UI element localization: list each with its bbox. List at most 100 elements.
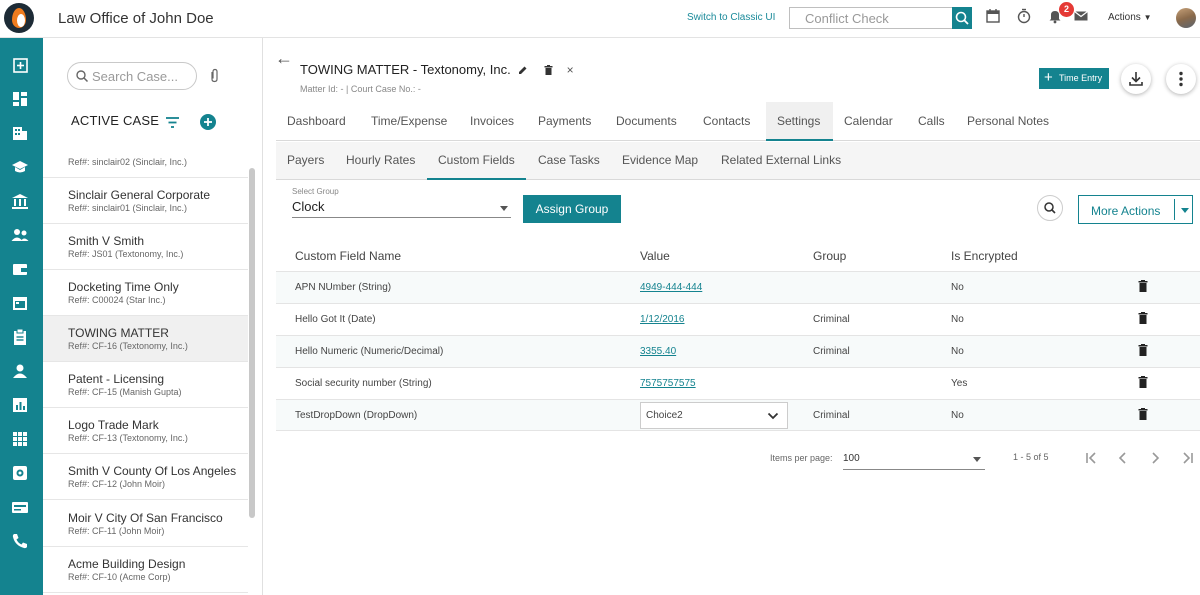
edit-icon[interactable] bbox=[518, 65, 528, 75]
previous-page-icon[interactable] bbox=[1115, 450, 1131, 466]
reports-icon[interactable] bbox=[11, 396, 29, 414]
id-card-icon[interactable] bbox=[11, 498, 29, 516]
subtab-hourly-rates[interactable]: Hourly Rates bbox=[346, 153, 415, 167]
case-item[interactable]: Smith V County Of Los Angeles Ref#: CF-12… bbox=[43, 454, 248, 500]
case-item[interactable]: Ref#: sinclair02 (Sinclair, Inc.) bbox=[43, 150, 248, 178]
assign-group-button[interactable]: Assign Group bbox=[523, 195, 621, 223]
plus-icon bbox=[204, 118, 212, 126]
case-item[interactable]: Patent - Licensing Ref#: CF-15 (Manish Gu… bbox=[43, 362, 248, 408]
caret-down-icon bbox=[500, 206, 508, 211]
table-row: TestDropDown (DropDown) Choice2 Criminal… bbox=[276, 399, 1200, 431]
subtab-case-tasks[interactable]: Case Tasks bbox=[538, 153, 600, 167]
tab-calendar[interactable]: Calendar bbox=[844, 114, 893, 128]
subtab-evidence-map[interactable]: Evidence Map bbox=[622, 153, 698, 167]
tab-invoices[interactable]: Invoices bbox=[470, 114, 514, 128]
case-name: TOWING MATTER bbox=[68, 326, 169, 340]
group-select-value: Clock bbox=[292, 199, 325, 214]
subtab-payers[interactable]: Payers bbox=[287, 153, 324, 167]
mail-icon[interactable] bbox=[1073, 8, 1089, 24]
tab-contacts[interactable]: Contacts bbox=[703, 114, 750, 128]
case-item[interactable]: Smith V Smith Ref#: JS01 (Textonomy, Inc.… bbox=[43, 224, 248, 270]
case-item[interactable]: Acme Building Design Ref#: CF-10 (Acme Co… bbox=[43, 547, 248, 593]
app-logo[interactable] bbox=[4, 3, 34, 33]
field-name: APN NUmber (String) bbox=[295, 282, 392, 293]
actions-menu[interactable]: Actions ▼ bbox=[1108, 12, 1152, 23]
dashboard-icon[interactable] bbox=[11, 90, 29, 108]
conflict-check-input[interactable]: Conflict Check bbox=[789, 7, 953, 29]
main-tabs: Dashboard Time/Expense Invoices Payments… bbox=[276, 102, 1200, 141]
field-encrypted: No bbox=[951, 410, 964, 421]
paperclip-icon[interactable] bbox=[208, 68, 220, 84]
trash-icon[interactable] bbox=[1138, 376, 1148, 388]
case-list-scrollbar[interactable] bbox=[249, 168, 255, 518]
trash-icon[interactable] bbox=[1138, 408, 1148, 420]
case-item[interactable]: Sinclair General Corporate Ref#: sinclair… bbox=[43, 178, 248, 224]
add-case-icon[interactable] bbox=[11, 56, 29, 74]
tab-dashboard[interactable]: Dashboard bbox=[287, 114, 346, 128]
tab-personal-notes[interactable]: Personal Notes bbox=[967, 114, 1049, 128]
field-group: Criminal bbox=[813, 314, 850, 325]
person-icon[interactable] bbox=[11, 362, 29, 380]
tab-payments[interactable]: Payments bbox=[538, 114, 591, 128]
trash-icon[interactable] bbox=[544, 65, 553, 75]
calendar-icon[interactable] bbox=[985, 8, 1001, 24]
subtab-related-external-links[interactable]: Related External Links bbox=[721, 153, 841, 167]
tab-calls[interactable]: Calls bbox=[918, 114, 945, 128]
dropdown-field-select[interactable]: Choice2 bbox=[640, 402, 788, 429]
items-per-page-select[interactable]: 100 bbox=[843, 448, 985, 470]
case-ref: Ref#: CF-11 (John Moir) bbox=[68, 526, 165, 536]
more-options-button[interactable] bbox=[1166, 64, 1196, 94]
graduation-cap-icon[interactable] bbox=[11, 158, 29, 176]
clipboard-icon[interactable] bbox=[11, 328, 29, 346]
table-search-button[interactable] bbox=[1037, 195, 1063, 221]
back-arrow-icon[interactable]: ← bbox=[275, 48, 293, 69]
more-actions-dropdown[interactable]: More Actions bbox=[1078, 195, 1193, 224]
next-page-icon[interactable] bbox=[1147, 450, 1163, 466]
case-ref: Ref#: CF-13 (Textonomy, Inc.) bbox=[68, 433, 188, 443]
group-select[interactable]: Clock bbox=[292, 196, 511, 218]
bank-icon[interactable] bbox=[11, 192, 29, 210]
case-name: Sinclair General Corporate bbox=[68, 188, 211, 202]
user-avatar[interactable] bbox=[1176, 8, 1196, 28]
table-row: Social security number (String) 75757575… bbox=[276, 367, 1200, 399]
field-encrypted: No bbox=[951, 314, 964, 325]
add-case-button[interactable] bbox=[200, 114, 216, 130]
plus-icon: + bbox=[1044, 69, 1053, 86]
table-row: APN NUmber (String) 4949-444-444 No bbox=[276, 271, 1200, 303]
search-icon bbox=[76, 70, 89, 83]
trash-icon[interactable] bbox=[1138, 312, 1148, 324]
tab-settings[interactable]: Settings bbox=[777, 114, 820, 128]
case-item[interactable]: Logo Trade Mark Ref#: CF-13 (Textonomy, I… bbox=[43, 408, 248, 454]
close-icon[interactable]: × bbox=[567, 63, 574, 77]
last-page-icon[interactable] bbox=[1179, 450, 1195, 466]
trash-icon[interactable] bbox=[1138, 344, 1148, 356]
wallet-icon[interactable] bbox=[11, 260, 29, 278]
conflict-search-button[interactable] bbox=[952, 7, 972, 29]
trash-icon[interactable] bbox=[1138, 280, 1148, 292]
calendar-nav-icon[interactable] bbox=[11, 294, 29, 312]
time-entry-button[interactable]: + Time Entry bbox=[1039, 68, 1109, 89]
phone-icon[interactable] bbox=[11, 532, 29, 550]
contacts-icon[interactable] bbox=[11, 226, 29, 244]
stopwatch-icon[interactable] bbox=[1016, 8, 1032, 24]
case-item[interactable]: Moir V City Of San Francisco Ref#: CF-11 … bbox=[43, 501, 248, 547]
download-button[interactable] bbox=[1121, 64, 1151, 94]
case-item[interactable]: Docketing Time Only Ref#: C00024 (Star In… bbox=[43, 270, 248, 316]
building-icon[interactable] bbox=[11, 124, 29, 142]
subtab-custom-fields[interactable]: Custom Fields bbox=[438, 153, 515, 167]
field-value-link[interactable]: 4949-444-444 bbox=[640, 282, 702, 293]
apps-grid-icon[interactable] bbox=[11, 430, 29, 448]
main-content: ← TOWING MATTER - Textonomy, Inc. × Matt… bbox=[263, 38, 1200, 595]
filter-icon[interactable] bbox=[165, 116, 180, 129]
case-ref: Ref#: sinclair02 (Sinclair, Inc.) bbox=[68, 157, 188, 167]
tab-documents[interactable]: Documents bbox=[616, 114, 677, 128]
field-value-link[interactable]: 7575757575 bbox=[640, 378, 696, 389]
case-search-input[interactable]: Search Case... bbox=[67, 62, 197, 90]
case-item-selected[interactable]: TOWING MATTER Ref#: CF-16 (Textonomy, Inc… bbox=[43, 316, 248, 362]
field-value-link[interactable]: 3355.40 bbox=[640, 346, 676, 357]
first-page-icon[interactable] bbox=[1084, 450, 1100, 466]
settings-icon[interactable] bbox=[11, 464, 29, 482]
tab-time-expense[interactable]: Time/Expense bbox=[371, 114, 447, 128]
switch-classic-link[interactable]: Switch to Classic UI bbox=[687, 12, 775, 23]
field-value-link[interactable]: 1/12/2016 bbox=[640, 314, 685, 325]
